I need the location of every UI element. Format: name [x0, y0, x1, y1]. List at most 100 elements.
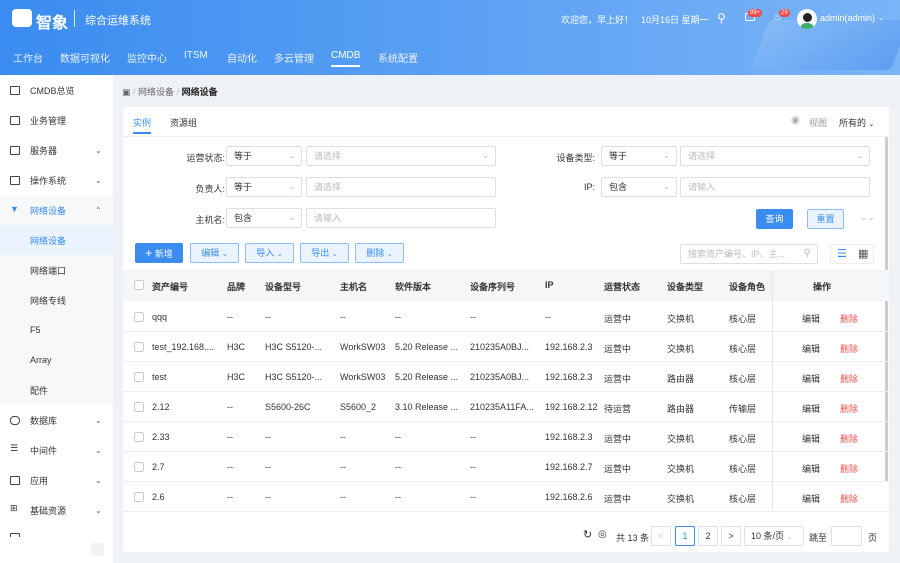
tab-resource-group[interactable]: 资源组 — [170, 116, 197, 129]
sidebar-item-base-resource[interactable]: ⊞ 基础资源 ⌄ — [0, 495, 113, 525]
page-1-button[interactable]: 1 — [675, 526, 695, 546]
sidebar-item-server[interactable]: 服务器 ⌄ — [0, 135, 113, 165]
nav-workbench[interactable]: 工作台 — [13, 50, 43, 65]
row-edit-link[interactable]: 编辑 — [802, 342, 820, 355]
asset-link[interactable]: 2.6 — [152, 492, 165, 502]
asset-search-input[interactable]: 搜索资产编号、IP、主... ⚲ — [680, 244, 818, 264]
add-button[interactable]: + 新增 — [135, 243, 183, 263]
import-label: 导入 — [256, 248, 275, 258]
user-name[interactable]: admin(admin) — [820, 13, 875, 23]
next-page-button[interactable]: > — [721, 526, 741, 546]
device-type-value-select[interactable]: 请选择 ⌄ — [680, 146, 870, 166]
owner-op-select[interactable]: 等于 ⌄ — [226, 177, 302, 197]
column-header: 主机名 — [340, 282, 368, 292]
row-delete-link[interactable]: 删除 — [840, 432, 858, 445]
row-edit-link[interactable]: 编辑 — [802, 402, 820, 415]
status-filter-label: 运营状态: — [186, 153, 225, 163]
nav-automation[interactable]: 自动化 — [227, 50, 257, 65]
sidebar-subitem-parts[interactable]: 配件 — [0, 375, 113, 405]
device-type-op-select[interactable]: 等于 ⌄ — [601, 146, 677, 166]
nav-multicloud[interactable]: 多云管理 — [274, 50, 314, 65]
breadcrumb-item[interactable]: 网络设备 — [138, 87, 174, 97]
row-edit-link[interactable]: 编辑 — [802, 492, 820, 505]
table-cell: -- — [265, 432, 271, 442]
row-checkbox[interactable] — [134, 372, 144, 382]
hostname-op-select[interactable]: 包含 ⌄ — [226, 208, 302, 228]
select-all-checkbox[interactable] — [134, 280, 144, 290]
query-button[interactable]: 查询 — [756, 209, 793, 229]
asset-link[interactable]: 2.7 — [152, 462, 165, 472]
row-edit-link[interactable]: 编辑 — [802, 372, 820, 385]
tab-instances[interactable]: 实例 — [133, 116, 152, 134]
sidebar-item-database[interactable]: 数据库 ⌄ — [0, 405, 113, 435]
row-delete-link[interactable]: 删除 — [840, 372, 858, 385]
table-cell: -- — [545, 312, 551, 322]
row-checkbox[interactable] — [134, 342, 144, 352]
row-checkbox[interactable] — [134, 312, 144, 322]
delete-dropdown-button[interactable]: 删除 ⌄ — [355, 243, 404, 263]
search-icon[interactable]: ⚲ — [717, 11, 726, 25]
sidebar-item-network[interactable]: ▼ 网络设备 ⌃ — [0, 195, 113, 225]
nav-system-config[interactable]: 系统配置 — [378, 50, 418, 65]
row-checkbox[interactable] — [134, 462, 144, 472]
row-checkbox[interactable] — [134, 492, 144, 502]
refresh-icon[interactable]: ↻ — [583, 528, 592, 541]
reset-button[interactable]: 重置 — [807, 209, 844, 229]
avatar[interactable] — [797, 9, 817, 29]
asset-link[interactable]: qqq — [152, 312, 167, 322]
sidebar-item-middleware[interactable]: ☰ 中间件 ⌄ — [0, 435, 113, 465]
settings-icon[interactable]: ◎ — [598, 529, 607, 540]
sidebar-subitem-array[interactable]: Array — [0, 345, 113, 375]
nav-monitoring[interactable]: 监控中心 — [127, 50, 167, 65]
view-label[interactable]: 视图 — [809, 116, 827, 129]
view-scope-select[interactable]: 所有的 ⌄ — [839, 116, 874, 129]
list-view-icon[interactable]: ☰ — [837, 249, 847, 260]
row-delete-link[interactable]: 删除 — [840, 312, 858, 325]
sidebar-item-os[interactable]: 操作系统 ⌄ — [0, 165, 113, 195]
status-value-select[interactable]: 请选择 ⌄ — [306, 146, 496, 166]
import-dropdown-button[interactable]: 导入 ⌄ — [245, 243, 294, 263]
collapse-sidebar-icon[interactable] — [91, 543, 104, 556]
sidebar-subitem-network-port[interactable]: 网络端口 — [0, 255, 113, 285]
edit-dropdown-button[interactable]: 编辑 ⌄ — [190, 243, 239, 263]
sidebar-item-cmdb-overview[interactable]: CMDB总览 — [0, 75, 113, 105]
sidebar-subitem-network-line[interactable]: 网络专线 — [0, 285, 113, 315]
chevron-down-icon[interactable]: ⌄ — [878, 14, 884, 22]
prev-page-button[interactable]: < — [651, 526, 671, 546]
row-checkbox[interactable] — [134, 432, 144, 442]
export-dropdown-button[interactable]: 导出 ⌄ — [300, 243, 349, 263]
sidebar-item-app[interactable]: 应用 ⌄ — [0, 465, 113, 495]
asset-link[interactable]: 2.33 — [152, 432, 170, 442]
nav-cmdb[interactable]: CMDB — [331, 50, 361, 67]
jump-page-input[interactable] — [831, 526, 862, 546]
sidebar-subitem-network-device[interactable]: 网络设备 — [0, 225, 113, 255]
row-delete-link[interactable]: 删除 — [840, 462, 858, 475]
grid-view-icon[interactable]: ▦ — [858, 248, 868, 260]
expand-filters-icon[interactable]: ⌄⌄ — [860, 212, 875, 223]
ip-op-select[interactable]: 包含 ⌄ — [601, 177, 677, 197]
nav-itsm[interactable]: ITSM — [184, 50, 208, 61]
table-cell: 192.168.2.6 — [545, 492, 593, 502]
asset-link[interactable]: test_192.168.... — [152, 342, 214, 352]
page-2-button[interactable]: 2 — [698, 526, 718, 546]
owner-value-select[interactable]: 请选择 — [306, 177, 496, 197]
row-delete-link[interactable]: 删除 — [840, 402, 858, 415]
row-delete-link[interactable]: 删除 — [840, 492, 858, 505]
sidebar-item-business[interactable]: 业务管理 — [0, 105, 113, 135]
status-op-select[interactable]: 等于 ⌄ — [226, 146, 302, 166]
page-size-select[interactable]: 10 条/页 ⌄ — [744, 526, 804, 546]
asset-link[interactable]: 2.12 — [152, 402, 170, 412]
row-delete-link[interactable]: 删除 — [840, 342, 858, 355]
row-edit-link[interactable]: 编辑 — [802, 312, 820, 325]
row-edit-link[interactable]: 编辑 — [802, 462, 820, 475]
asset-link[interactable]: test — [152, 372, 167, 382]
row-checkbox[interactable] — [134, 402, 144, 412]
home-icon[interactable]: ▣ — [122, 87, 131, 97]
nav-visualization[interactable]: 数据可视化 — [60, 50, 110, 65]
eye-icon[interactable]: ◉ — [791, 115, 800, 126]
sidebar-item-more[interactable] — [0, 525, 113, 537]
sidebar-subitem-f5[interactable]: F5 — [0, 315, 113, 345]
ip-input[interactable]: 请输入 — [680, 177, 870, 197]
row-edit-link[interactable]: 编辑 — [802, 432, 820, 445]
hostname-input[interactable]: 请输入 — [306, 208, 496, 228]
